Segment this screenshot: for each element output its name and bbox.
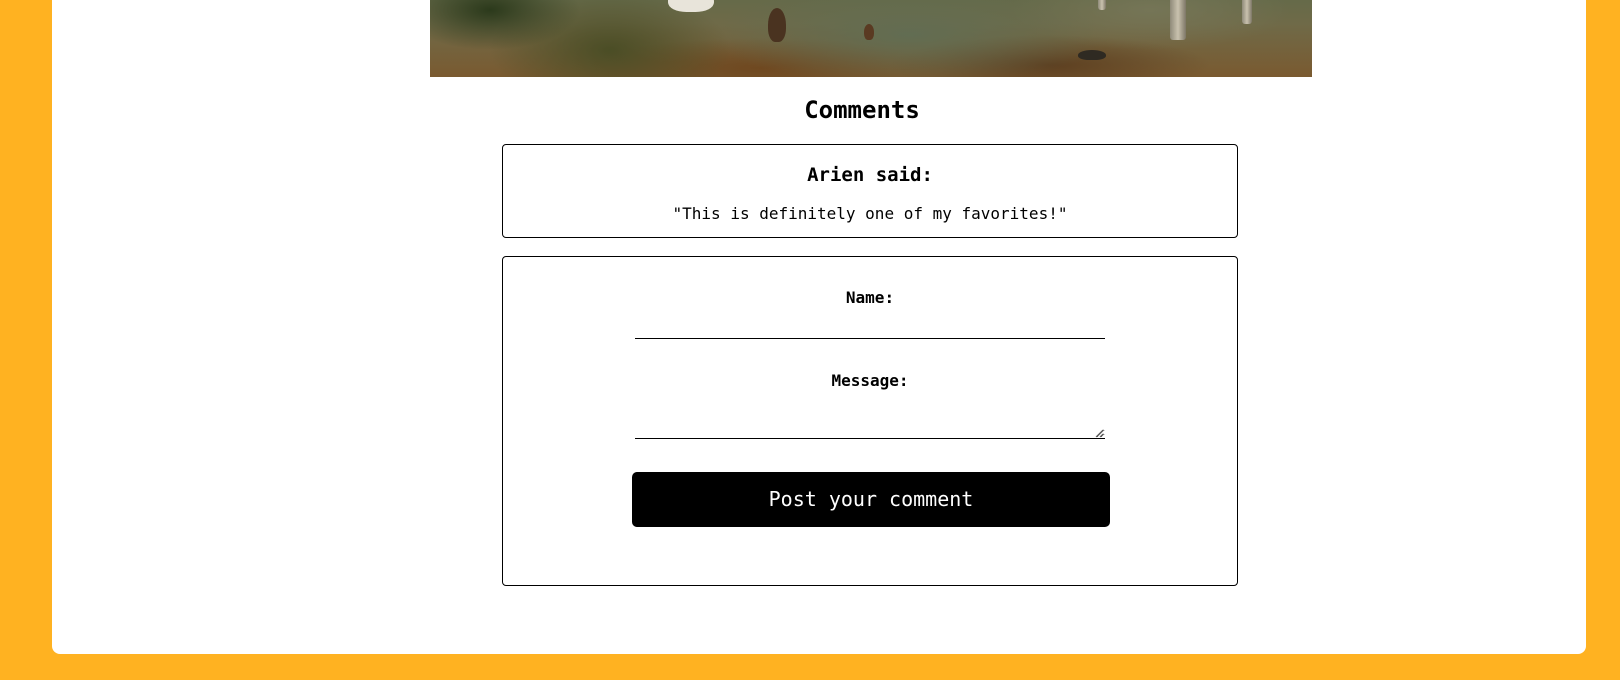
comment-form: Name: Message: Post your comment [502, 256, 1238, 586]
message-label: Message: [831, 371, 909, 390]
painting-image [430, 0, 1312, 77]
post-comment-button[interactable]: Post your comment [632, 472, 1110, 527]
name-input[interactable] [635, 319, 1105, 339]
tree-trunk [1170, 0, 1186, 40]
comment-author: Arien said: [807, 164, 933, 186]
name-label: Name: [845, 288, 895, 307]
page-card: Comments Arien said: "This is definitely… [52, 0, 1586, 654]
comment-text: "This is definitely one of my favorites!… [672, 204, 1068, 223]
goat-figure [668, 0, 714, 12]
hare-figure [864, 24, 874, 40]
comment-card: Arien said: "This is definitely one of m… [502, 144, 1238, 238]
animal-figure [1078, 50, 1106, 60]
tree-trunk [1098, 0, 1106, 10]
tree-trunk [1242, 0, 1252, 24]
hare-figure [768, 8, 786, 42]
comments-heading: Comments [804, 96, 920, 124]
message-textarea[interactable] [635, 402, 1105, 439]
